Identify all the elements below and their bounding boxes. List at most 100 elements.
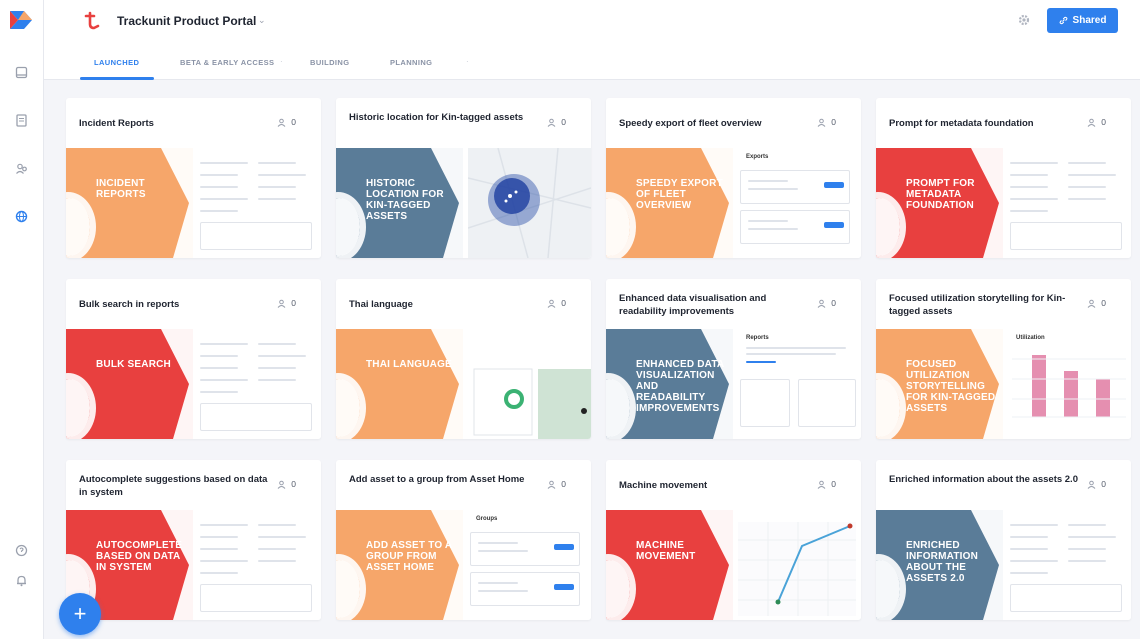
document-icon[interactable] [12, 111, 30, 129]
card-header: Thai language 0 [336, 279, 591, 329]
gear-icon[interactable] [1017, 13, 1031, 27]
user-icon [547, 480, 556, 489]
product-screenshot [988, 148, 1131, 258]
follower-count: 0 [561, 117, 566, 127]
feature-card[interactable]: Thai language 0 THAI LANGUAGE [336, 279, 591, 439]
top-bar: Trackunit Product Portal ⌄ Shared [44, 0, 1140, 44]
feature-card[interactable]: Prompt for metadata foundation 0 PROMPT FO… [876, 98, 1131, 258]
follower-count: 0 [561, 298, 566, 308]
tab-launched[interactable]: LAUNCHED [94, 58, 139, 67]
chevron-down-icon[interactable]: ⌄ [258, 15, 266, 26]
app-logo-icon[interactable] [8, 9, 34, 31]
card-header: Autocomplete suggestions based on data i… [66, 460, 321, 510]
card-header: Machine movement 0 [606, 460, 861, 510]
feature-card[interactable]: Speedy export of fleet overview 0 Exports S… [606, 98, 861, 258]
screenshot-header: Exports [746, 154, 769, 160]
bell-icon[interactable] [12, 571, 30, 589]
feature-card[interactable]: Focused utilization storytelling for Kin… [876, 279, 1131, 439]
tab-separator: · [280, 57, 283, 66]
card-thumbnail: Exports SPEEDY EXPORT OF FLEET OVERVIEW [606, 148, 861, 258]
card-banner-text: SPEEDY EXPORT OF FLEET OVERVIEW [636, 178, 723, 211]
card-thumbnail: MACHINE MOVEMENT [606, 510, 861, 620]
help-icon[interactable] [12, 541, 30, 559]
card-title: Add asset to a group from Asset Home [349, 474, 525, 485]
product-screenshot [178, 510, 321, 620]
user-icon [1087, 480, 1096, 489]
product-screenshot [448, 329, 591, 439]
tab-planning[interactable]: PLANNING [390, 58, 432, 67]
tab-separator: · [466, 57, 469, 66]
card-banner-text: MACHINE MOVEMENT [636, 540, 696, 562]
card-header: Enhanced data visualisation and readabil… [606, 279, 861, 329]
user-icon [277, 480, 286, 489]
card-header: Add asset to a group from Asset Home 0 [336, 460, 591, 510]
people-icon[interactable] [12, 159, 30, 177]
shared-button[interactable]: Shared [1047, 8, 1118, 33]
card-title: Enriched information about the assets 2.… [889, 474, 1078, 485]
card-title: Bulk search in reports [79, 299, 180, 310]
card-header: Speedy export of fleet overview 0 [606, 98, 861, 148]
active-tab-indicator [80, 77, 154, 80]
product-screenshot [178, 329, 321, 439]
card-followers: 0 [1087, 117, 1106, 127]
trackunit-logo-icon [84, 11, 100, 30]
feature-card[interactable]: Machine movement 0 MACHINE MOVEMENT [606, 460, 861, 620]
card-banner-text: INCIDENT REPORTS [96, 178, 146, 200]
follower-count: 0 [561, 479, 566, 489]
follower-count: 0 [831, 117, 836, 127]
card-title: Focused utilization storytelling for Kin… [889, 293, 1066, 317]
feature-card[interactable]: Incident Reports 0 INCIDENT REPORTS [66, 98, 321, 258]
globe-icon[interactable] [12, 207, 30, 225]
card-banner: ADD ASSET TO A GROUP FROM ASSET HOME [336, 510, 463, 620]
tab-bar: LAUNCHED BETA & EARLY ACCESS · BUILDING … [44, 44, 1140, 80]
card-title: Autocomplete suggestions based on data i… [79, 474, 268, 498]
card-followers: 0 [277, 117, 296, 127]
card-followers: 0 [817, 117, 836, 127]
feature-card[interactable]: Enriched information about the assets 2.… [876, 460, 1131, 620]
add-button[interactable]: + [59, 593, 101, 635]
screenshot-header: Reports [746, 335, 769, 341]
card-header: Incident Reports 0 [66, 98, 321, 148]
box-icon[interactable] [12, 63, 30, 81]
card-followers: 0 [817, 479, 836, 489]
card-header: Focused utilization storytelling for Kin… [876, 279, 1131, 329]
card-banner-text: FOCUSED UTILIZATION STORYTELLING FOR KIN… [906, 359, 996, 414]
feature-card[interactable]: Bulk search in reports 0 BULK SEARCH [66, 279, 321, 439]
tab-building[interactable]: BUILDING [310, 58, 349, 67]
card-banner: HISTORIC LOCATION FOR KIN-TAGGED ASSETS [336, 148, 463, 258]
link-icon [1059, 16, 1067, 25]
feature-card[interactable]: Historic location for Kin-tagged assets 0… [336, 98, 591, 258]
user-icon [1087, 118, 1096, 127]
follower-count: 0 [291, 298, 296, 308]
card-thumbnail: PROMPT FOR METADATA FOUNDATION [876, 148, 1131, 258]
card-title: Machine movement [619, 480, 708, 491]
product-screenshot [178, 148, 321, 258]
product-screenshot [988, 510, 1131, 620]
card-header: Historic location for Kin-tagged assets 0 [336, 98, 591, 148]
card-title: Incident Reports [79, 118, 154, 129]
user-icon [817, 480, 826, 489]
user-icon [1087, 299, 1096, 308]
card-thumbnail: AUTOCOMPLETE BASED ON DATA IN SYSTEM [66, 510, 321, 620]
user-icon [547, 299, 556, 308]
follower-count: 0 [291, 117, 296, 127]
card-thumbnail: THAI LANGUAGE [336, 329, 591, 439]
tab-beta-early-access[interactable]: BETA & EARLY ACCESS [180, 58, 274, 67]
card-banner: ENHANCED DATA VISUALIZATION AND READABIL… [606, 329, 733, 439]
feature-card[interactable]: Add asset to a group from Asset Home 0 Gro… [336, 460, 591, 620]
feature-card[interactable]: Autocomplete suggestions based on data i… [66, 460, 321, 620]
left-rail [0, 0, 44, 639]
card-banner: FOCUSED UTILIZATION STORYTELLING FOR KIN… [876, 329, 1003, 439]
card-banner: MACHINE MOVEMENT [606, 510, 733, 620]
card-followers: 0 [1087, 479, 1106, 489]
card-banner: ENRICHED INFORMATION ABOUT THE ASSETS 2.… [876, 510, 1003, 620]
card-followers: 0 [277, 479, 296, 489]
feature-card[interactable]: Enhanced data visualisation and readabil… [606, 279, 861, 439]
card-title: Historic location for Kin-tagged assets [349, 112, 524, 123]
shared-button-label: Shared [1072, 15, 1107, 26]
card-banner-text: ENRICHED INFORMATION ABOUT THE ASSETS 2.… [906, 540, 979, 584]
follower-count: 0 [1101, 298, 1106, 308]
card-title: Enhanced data visualisation and readabil… [619, 293, 767, 317]
product-screenshot [448, 148, 591, 258]
app-title: Trackunit Product Portal [117, 14, 257, 28]
